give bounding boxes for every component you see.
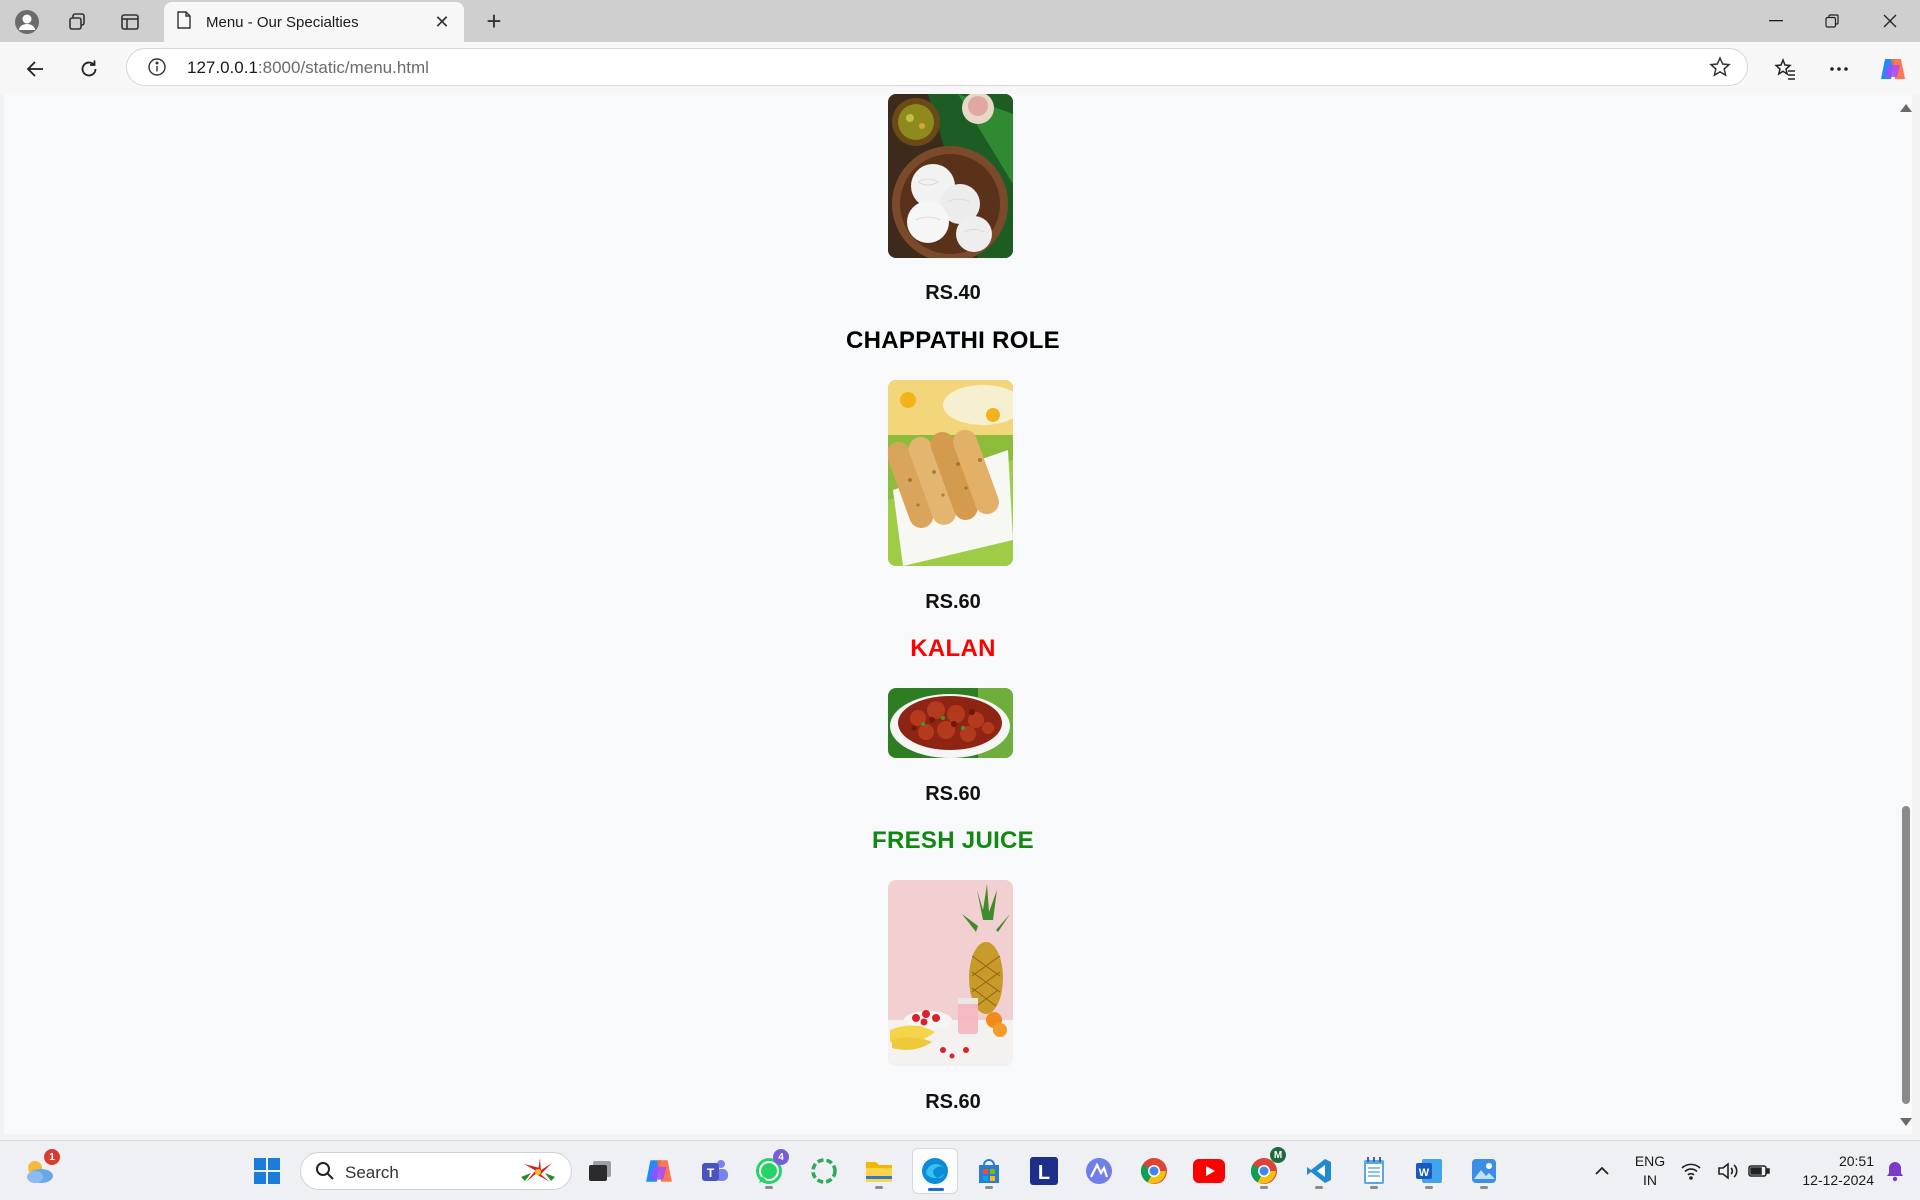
minimize-button[interactable] <box>1748 0 1804 42</box>
chrome-icon[interactable] <box>1134 1151 1174 1191</box>
start-button-windows-icon[interactable] <box>247 1151 287 1191</box>
teams-icon[interactable]: T <box>694 1151 734 1191</box>
input-language-indicator[interactable]: ENG IN <box>1630 1152 1670 1190</box>
menu-item-price: RS.60 <box>4 1091 1902 1114</box>
idiyappam-image <box>888 94 1013 258</box>
url-text: 127.0.0.1:8000/static/menu.html <box>187 58 429 77</box>
running-indicator <box>1370 1186 1378 1189</box>
vertical-tabs-icon[interactable] <box>117 9 143 35</box>
weather-badge: 1 <box>44 1149 60 1165</box>
tab-title: Menu - Our Specialties <box>206 13 359 31</box>
taskbar: 1 Search T 4 L M W ENG IN 20:51 12-12-20… <box>0 1140 1920 1200</box>
scroll-down-arrow-icon[interactable] <box>1900 1118 1912 1126</box>
refresh-button[interactable] <box>72 52 106 86</box>
whatsapp-badge: 4 <box>773 1149 789 1165</box>
title-bar: Menu - Our Specialties ✕ + <box>0 0 1920 42</box>
back-button[interactable] <box>18 52 52 86</box>
volume-icon[interactable] <box>1715 1151 1741 1191</box>
show-hidden-icons-chevron-up-icon[interactable] <box>1582 1151 1622 1191</box>
running-indicator <box>985 1186 993 1189</box>
chrome-profile-badge: M <box>1270 1147 1286 1163</box>
kalan-image <box>888 688 1013 758</box>
taskbar-search-box[interactable]: Search <box>300 1152 572 1190</box>
dish-name: CHAPPATHI ROLE <box>846 327 1060 354</box>
active-indicator <box>928 1188 944 1191</box>
close-window-button[interactable] <box>1862 0 1918 42</box>
running-indicator <box>875 1186 883 1189</box>
vscode-icon[interactable] <box>1299 1151 1339 1191</box>
dish-name: FRESH JUICE <box>872 827 1034 854</box>
running-indicator <box>1315 1186 1323 1189</box>
vertical-scrollbar[interactable] <box>1898 94 1912 1134</box>
profile-icon[interactable] <box>14 9 40 35</box>
running-indicator <box>1425 1186 1433 1189</box>
notepad-icon[interactable] <box>1354 1151 1394 1191</box>
clock[interactable]: 20:51 12-12-2024 <box>1784 1152 1874 1190</box>
address-bar[interactable]: 127.0.0.1:8000/static/menu.html <box>126 48 1748 86</box>
loop-icon[interactable] <box>804 1151 844 1191</box>
poinsettia-icon <box>517 1157 559 1192</box>
svg-text:W: W <box>1419 1167 1430 1179</box>
workspaces-icon[interactable] <box>64 9 90 35</box>
chappathi-roll-image <box>888 380 1013 566</box>
wifi-icon[interactable] <box>1678 1151 1704 1191</box>
page-viewport: RS.40 CHAPPATHI ROLE RS.60 KALAN RS.60 F… <box>4 94 1902 1134</box>
menu-item-title: CHAPPATHI ROLE <box>4 327 1902 355</box>
page-icon <box>176 10 192 34</box>
menu-item-title: KALAN <box>4 635 1902 663</box>
new-tab-button[interactable]: + <box>478 6 510 36</box>
photos-icon[interactable] <box>1464 1151 1504 1191</box>
l-app-icon[interactable]: L <box>1024 1151 1064 1191</box>
menu-item-price: RS.60 <box>4 591 1902 614</box>
running-indicator <box>765 1186 773 1189</box>
chrome-profile-icon[interactable]: M <box>1244 1147 1286 1191</box>
copilot-icon[interactable] <box>1876 52 1910 86</box>
fresh-juice-image <box>888 880 1013 1066</box>
running-indicator <box>1260 1186 1268 1189</box>
price-label: RS.60 <box>925 783 981 805</box>
file-explorer-icon[interactable] <box>859 1151 899 1191</box>
copilot-taskbar-icon[interactable] <box>639 1151 679 1191</box>
menu-item-price: RS.40 <box>4 282 1902 305</box>
close-tab-icon[interactable]: ✕ <box>432 12 452 33</box>
price-label: RS.60 <box>925 591 981 613</box>
search-placeholder: Search <box>345 1163 399 1182</box>
svg-text:L: L <box>1038 1162 1050 1184</box>
scroll-up-arrow-icon[interactable] <box>1900 104 1912 112</box>
battery-icon[interactable] <box>1746 1151 1772 1191</box>
scrollbar-thumb[interactable] <box>1902 806 1910 1104</box>
microsoft-store-icon[interactable] <box>969 1151 1009 1191</box>
menu-item-price: RS.60 <box>4 783 1902 806</box>
youtube-icon[interactable] <box>1189 1151 1229 1191</box>
vector-app-icon[interactable] <box>1079 1151 1119 1191</box>
running-indicator <box>1480 1186 1488 1189</box>
site-info-icon[interactable] <box>147 57 167 77</box>
search-icon <box>315 1161 335 1186</box>
weather-icon[interactable]: 1 <box>20 1149 60 1191</box>
price-label: RS.60 <box>925 1091 981 1113</box>
dish-name: KALAN <box>910 635 996 662</box>
restore-button[interactable] <box>1804 0 1860 42</box>
browser-tab[interactable]: Menu - Our Specialties ✕ <box>164 2 464 42</box>
svg-text:T: T <box>707 1166 715 1180</box>
edge-icon[interactable] <box>912 1148 958 1194</box>
whatsapp-icon[interactable]: 4 <box>749 1149 789 1191</box>
word-icon[interactable]: W <box>1409 1151 1449 1191</box>
favorites-icon[interactable] <box>1768 52 1802 86</box>
task-view-icon[interactable] <box>580 1151 620 1191</box>
more-options-icon[interactable] <box>1822 52 1856 86</box>
menu-item-title: FRESH JUICE <box>4 827 1902 855</box>
add-favorite-star-icon[interactable] <box>1709 56 1731 78</box>
price-label: RS.40 <box>925 282 981 304</box>
notifications-bell-icon[interactable] <box>1880 1151 1910 1191</box>
